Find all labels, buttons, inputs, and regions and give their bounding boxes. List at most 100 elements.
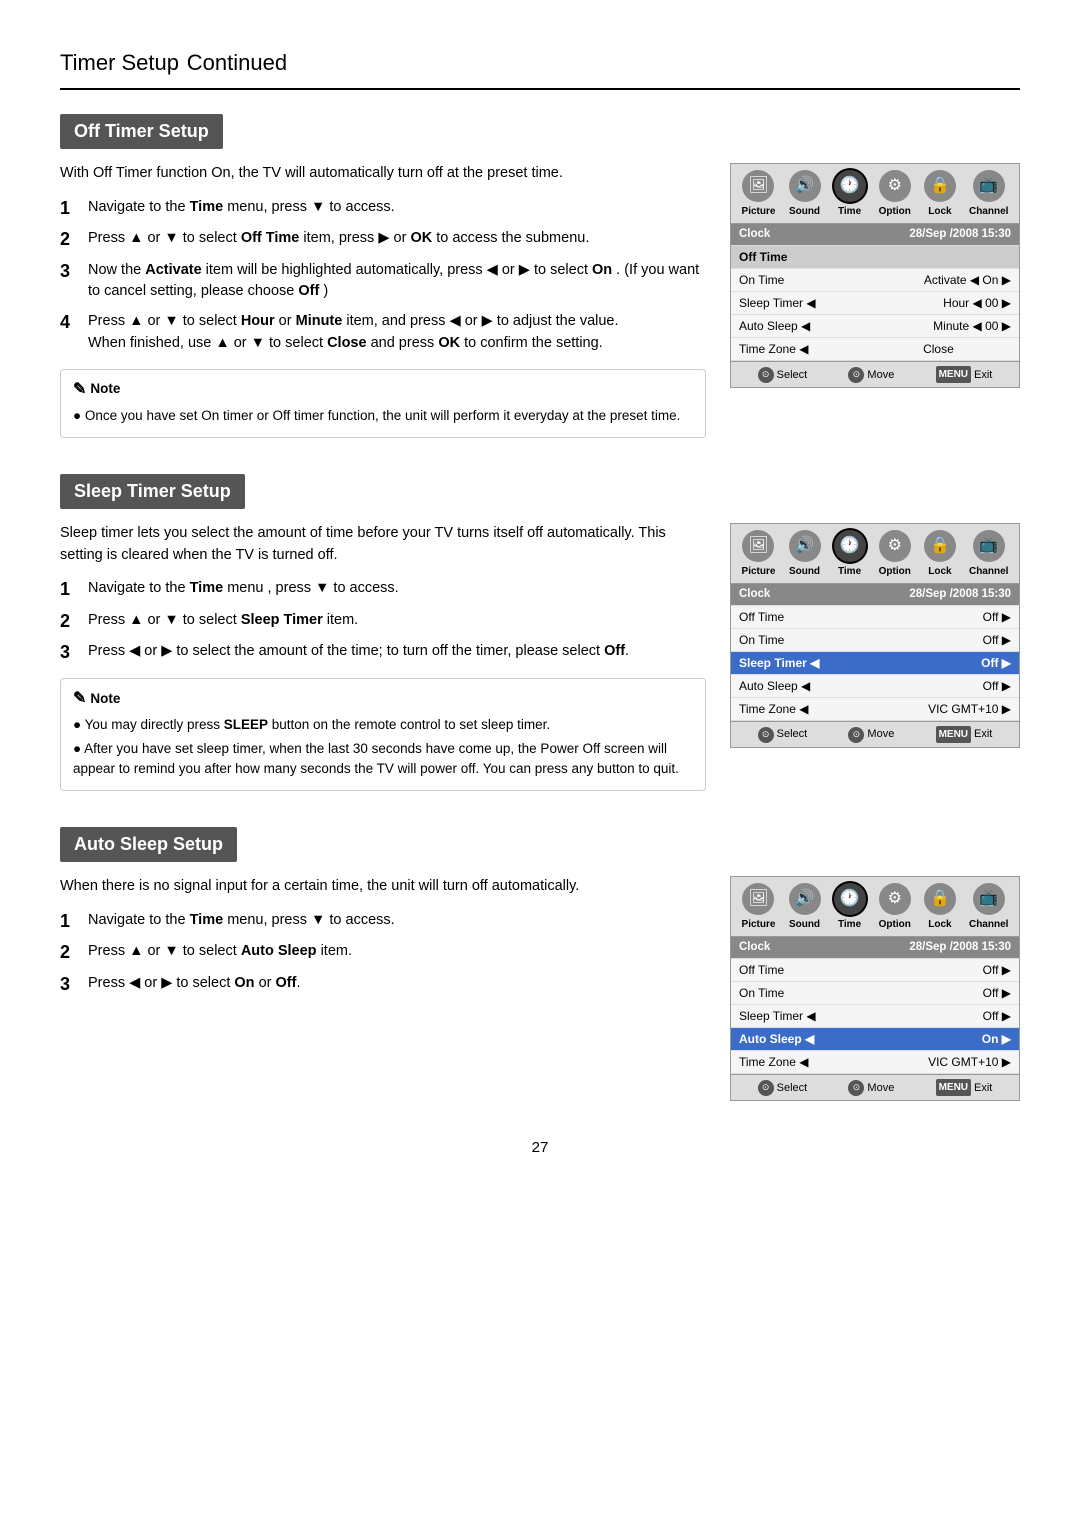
menu-icon-picture: 🖼 Picture: [742, 170, 776, 219]
menu-icon-time: 🕐 Time: [834, 530, 866, 579]
menu-table-off-timer: Clock 28/Sep /2008 15:30 Off Time On Tim…: [731, 224, 1019, 361]
note-title: ✎ Note: [73, 378, 693, 402]
note-item: After you have set sleep timer, when the…: [73, 739, 693, 780]
menu-row: Time Zone ◀ VIC GMT+10 ▶: [731, 1051, 1019, 1074]
menu-icon-picture: 🖼 Picture: [742, 530, 776, 579]
step: 3 Now the Activate item will be highligh…: [60, 260, 706, 304]
menu-clock-value: 28/Sep /2008 15:30: [858, 937, 1019, 959]
menu-icon-sound: 🔊 Sound: [789, 530, 821, 579]
menu-table-auto-sleep: Clock 28/Sep /2008 15:30 Off Time Off ▶ …: [731, 937, 1019, 1074]
lock-icon: 🔒: [924, 170, 956, 202]
menu-icon-channel: 📺 Channel: [969, 883, 1008, 932]
auto-sleep-steps: 1 Navigate to the Time menu, press ▼ to …: [60, 910, 706, 996]
menu-off-time-value: Off ▶: [858, 959, 1019, 982]
menu-row: On Time Activate ◀ On ▶: [731, 269, 1019, 292]
step-num: 1: [60, 578, 80, 601]
step: 2 Press ▲ or ▼ to select Auto Sleep item…: [60, 941, 706, 964]
menu-icons-row: 🖼 Picture 🔊 Sound 🕐 Time ⚙ Option 🔒: [731, 164, 1019, 224]
time-icon: 🕐: [834, 170, 866, 202]
channel-icon: 📺: [973, 530, 1005, 562]
step-content: Now the Activate item will be highlighte…: [88, 260, 706, 304]
menu-row: Off Time Off ▶: [731, 606, 1019, 629]
menu-on-time-label: On Time: [731, 269, 858, 292]
section-auto-sleep: Auto Sleep Setup When there is no signal…: [60, 827, 1020, 1101]
menu-sleep-timer-label: Sleep Timer ◀: [731, 292, 858, 315]
footer-select: ⊙ Select: [758, 726, 808, 743]
menu-on-time-label: On Time: [731, 982, 858, 1005]
menu-row: Time Zone ◀ VIC GMT+10 ▶: [731, 698, 1019, 721]
menu-row: On Time Off ▶: [731, 629, 1019, 652]
menu-icon-lock: 🔒 Lock: [924, 883, 956, 932]
picture-icon: 🖼: [742, 170, 774, 202]
step-num: 3: [60, 973, 80, 996]
menu-sleep-timer-value: Off ▶: [858, 1005, 1019, 1028]
footer-select: ⊙ Select: [758, 366, 808, 383]
step-content: Press ▲ or ▼ to select Auto Sleep item.: [88, 941, 706, 963]
menu-auto-sleep-label: Auto Sleep ◀: [731, 1028, 858, 1051]
menu-time-zone-label: Time Zone ◀: [731, 698, 861, 721]
menu-activate-value: Activate ◀ On ▶: [858, 269, 1019, 292]
menu-icon-option: ⚙ Option: [879, 530, 911, 579]
menu-time-zone-value: VIC GMT+10 ▶: [861, 698, 1019, 721]
menu-icons-row: 🖼 Picture 🔊 Sound 🕐 Time ⚙ Option 🔒: [731, 524, 1019, 584]
section-text-auto-sleep: When there is no signal input for a cert…: [60, 876, 706, 1004]
step: 2 Press ▲ or ▼ to select Sleep Timer ite…: [60, 610, 706, 633]
sleep-timer-steps: 1 Navigate to the Time menu , press ▼ to…: [60, 578, 706, 664]
step-num: 3: [60, 260, 80, 283]
step-content: Press ▲ or ▼ to select Hour or Minute it…: [88, 311, 706, 355]
section-header-sleep-timer: Sleep Timer Setup: [60, 474, 245, 509]
menu-sleep-timer-label: Sleep Timer ◀: [731, 1005, 858, 1028]
move-btn-icon: ⊙: [848, 367, 864, 383]
option-icon: ⚙: [879, 530, 911, 562]
menu-sleep-timer-value: Off ▶: [861, 652, 1019, 675]
menu-highlight-row: Sleep Timer ◀ Off ▶: [731, 652, 1019, 675]
menu-footer: ⊙ Select ⊙ Move MENU Exit: [731, 361, 1019, 387]
off-timer-intro: With Off Timer function On, the TV will …: [60, 163, 706, 185]
note-item: You may directly press SLEEP button on t…: [73, 715, 693, 735]
step-content: Press ▲ or ▼ to select Sleep Timer item.: [88, 610, 706, 632]
footer-exit: MENU Exit: [936, 726, 993, 743]
step-content: Press ▲ or ▼ to select Off Time item, pr…: [88, 228, 706, 250]
menu-btn-icon: MENU: [936, 366, 971, 383]
sound-icon: 🔊: [789, 170, 821, 202]
section-body-off-timer: With Off Timer function On, the TV will …: [60, 163, 1020, 438]
menu-off-time-row: Off Time: [731, 246, 1019, 269]
section-text-off-timer: With Off Timer function On, the TV will …: [60, 163, 706, 438]
note-icon: ✎: [73, 378, 86, 402]
menu-on-time-value: Off ▶: [858, 982, 1019, 1005]
section-off-timer: Off Timer Setup With Off Timer function …: [60, 114, 1020, 438]
option-icon: ⚙: [879, 170, 911, 202]
menu-panel-sleep-timer: 🖼 Picture 🔊 Sound 🕐 Time ⚙ Option 🔒: [730, 523, 1020, 748]
select-btn-icon: ⊙: [758, 1080, 774, 1096]
footer-move: ⊙ Move: [848, 726, 894, 743]
picture-icon: 🖼: [742, 530, 774, 562]
menu-icon-lock: 🔒 Lock: [924, 170, 956, 219]
menu-close-value: Close: [858, 338, 1019, 361]
section-header-off-timer: Off Timer Setup: [60, 114, 223, 149]
step-num: 2: [60, 610, 80, 633]
step: 2 Press ▲ or ▼ to select Off Time item, …: [60, 228, 706, 251]
footer-exit: MENU Exit: [936, 1079, 993, 1096]
time-icon: 🕐: [834, 883, 866, 915]
menu-icon-channel: 📺 Channel: [969, 170, 1008, 219]
menu-on-time-label: On Time: [731, 629, 861, 652]
step: 1 Navigate to the Time menu , press ▼ to…: [60, 578, 706, 601]
step-content: Press ◀ or ▶ to select On or Off.: [88, 973, 706, 995]
menu-sleep-timer-label: Sleep Timer ◀: [731, 652, 861, 675]
step: 1 Navigate to the Time menu, press ▼ to …: [60, 197, 706, 220]
sound-icon: 🔊: [789, 883, 821, 915]
step-num: 2: [60, 941, 80, 964]
menu-icons-row: 🖼 Picture 🔊 Sound 🕐 Time ⚙ Option 🔒: [731, 877, 1019, 937]
select-btn-icon: ⊙: [758, 727, 774, 743]
menu-btn-icon: MENU: [936, 1079, 971, 1096]
menu-row: Time Zone ◀ Close: [731, 338, 1019, 361]
menu-clock-label: Clock: [731, 584, 861, 606]
menu-clock-label: Clock: [731, 224, 858, 246]
menu-icon-time: 🕐 Time: [834, 883, 866, 932]
step-content: Navigate to the Time menu, press ▼ to ac…: [88, 910, 706, 932]
menu-icon-sound: 🔊 Sound: [789, 883, 821, 932]
move-btn-icon: ⊙: [848, 1080, 864, 1096]
menu-clock-value: 28/Sep /2008 15:30: [861, 584, 1019, 606]
menu-header-row: Clock 28/Sep /2008 15:30: [731, 224, 1019, 246]
footer-move: ⊙ Move: [848, 1079, 894, 1096]
